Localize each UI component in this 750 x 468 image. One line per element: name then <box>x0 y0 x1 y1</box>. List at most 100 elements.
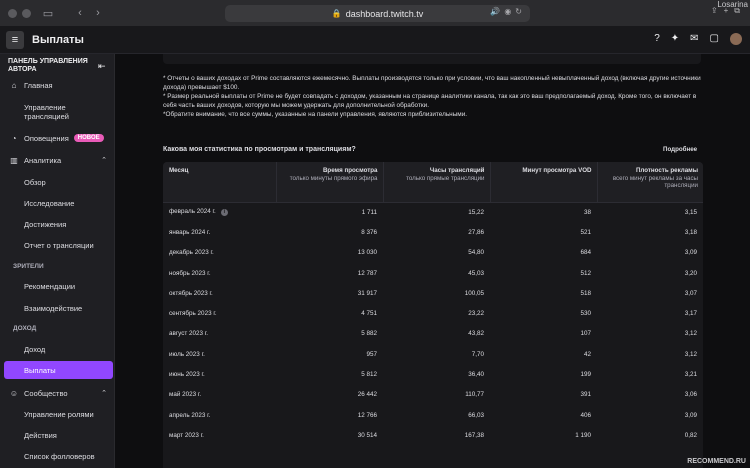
collapse-sidebar-icon[interactable]: ⇤ <box>98 61 106 72</box>
cell-value: 12 766 <box>357 411 377 419</box>
cell-value: 199 <box>580 371 591 379</box>
cell-value: август 2023 г. <box>169 330 209 338</box>
inbox-icon[interactable]: ✉ <box>690 33 698 45</box>
sidebar-item-engagement[interactable]: Взаимодействие <box>4 299 113 317</box>
sidebar-item-community[interactable]: ☺ Сообщество ⌃ <box>4 384 113 402</box>
table-row: сентябрь 2023 г. 4 751 23,22 530 3,17 <box>163 303 703 323</box>
sidebar-item-payouts[interactable]: Выплаты <box>4 361 113 379</box>
table-cell: 1 190 <box>490 425 597 445</box>
table-cell: 107 <box>490 324 597 344</box>
table-cell: март 2023 г. <box>163 425 276 445</box>
cell-value: 36,40 <box>468 371 484 379</box>
table-cell: 4 751 <box>276 303 383 323</box>
whisper-icon[interactable]: ▢ <box>710 33 719 45</box>
info-icon[interactable]: i <box>220 209 228 217</box>
column-header-stream-hours: Часы трансляций только прямые трансляции <box>383 162 491 203</box>
minimize-window-button[interactable] <box>22 8 31 18</box>
sidebar-item-main[interactable]: ⌂ Главная <box>4 76 113 94</box>
sparkle-icon[interactable]: ✦ <box>671 33 679 45</box>
sidebar-item-label: Управление ролями <box>24 409 94 419</box>
table-cell: сентябрь 2023 г. <box>163 303 276 323</box>
url-text: dashboard.twitch.tv <box>345 8 424 19</box>
audio-icon[interactable]: 🔊 <box>490 7 500 16</box>
dashboard-topbar: ≡ Выплаты ? ✦ ✉ ▢ <box>0 26 750 54</box>
watermark: RECOMMEND.RU <box>687 458 746 465</box>
table-cell: 12 787 <box>276 263 383 283</box>
cell-value: октябрь 2023 г. <box>169 289 213 297</box>
sidebar-item-achievements[interactable]: Достижения <box>4 215 113 233</box>
sidebar-item-stream-manager[interactable]: Управление трансляцией <box>4 99 113 125</box>
section-viewers: ЗРИТЕЛИ <box>13 263 44 270</box>
alerts-icon: ◔ <box>11 133 17 143</box>
sidebar-item-roles[interactable]: Управление ролями <box>4 405 113 423</box>
cell-value: 0,82 <box>684 431 697 439</box>
cell-value: 26 442 <box>357 391 377 399</box>
table-cell: 43,82 <box>383 324 490 344</box>
cell-value: 3,12 <box>684 330 697 338</box>
cell-value: 1 711 <box>361 208 377 216</box>
extension-icon[interactable]: ◉ <box>504 7 511 16</box>
sidebar-item-label: Отчет о трансляции <box>24 240 94 250</box>
cell-value: 3,17 <box>684 310 697 318</box>
table-cell: 3,15 <box>597 202 703 222</box>
table-row: октябрь 2023 г. 31 917 100,05 518 3,07 <box>163 283 703 303</box>
hamburger-menu-button[interactable]: ≡ <box>6 30 24 49</box>
sidebar-item-alerts[interactable]: ◔ Оповещения НОВОЕ <box>4 129 113 147</box>
cell-value: 107 <box>580 330 591 338</box>
cell-value: 43,82 <box>468 330 484 338</box>
table-cell: 3,06 <box>597 385 703 405</box>
table-cell: 3,12 <box>597 324 703 344</box>
address-bar[interactable]: 🔒 dashboard.twitch.tv <box>225 5 530 22</box>
table-cell: май 2023 г. <box>163 385 276 405</box>
cell-value: 3,06 <box>684 391 697 399</box>
sidebar-item-label: Исследование <box>24 198 75 208</box>
table-row: декабрь 2023 г. 13 030 54,80 684 3,09 <box>163 243 703 263</box>
sidebar-item-recommendations[interactable]: Рекомендации <box>4 277 113 295</box>
cell-value: 42 <box>583 350 591 358</box>
table-cell: 5 882 <box>276 324 383 344</box>
table-cell: 42 <box>490 344 597 364</box>
sidebar-item-activity[interactable]: Действия <box>4 426 113 444</box>
table-cell: 30 514 <box>276 425 383 445</box>
cell-value: 684 <box>580 249 591 257</box>
table-row: август 2023 г. 5 882 43,82 107 3,12 <box>163 324 703 344</box>
table-row: ноябрь 2023 г. 12 787 45,03 512 3,20 <box>163 263 703 283</box>
sidebar-item-analytics[interactable]: ▥ Аналитика ⌃ <box>4 151 113 169</box>
learn-more-link[interactable]: Подробнее <box>663 146 697 153</box>
cell-value: 3,09 <box>684 411 697 419</box>
cell-value: 530 <box>580 310 591 318</box>
table-row: февраль 2024 г. i 1 711 15,22 38 3,15 <box>163 202 703 222</box>
forward-icon[interactable]: › <box>89 7 107 19</box>
column-title: Часы трансляций <box>429 167 485 174</box>
table-cell: 3,17 <box>597 303 703 323</box>
note-line: *Обратите внимание, что все суммы, указа… <box>163 111 468 118</box>
avatar[interactable] <box>730 33 742 45</box>
cell-value: сентябрь 2023 г. <box>169 310 217 318</box>
sidebar-item-revenue[interactable]: Доход <box>4 340 113 358</box>
help-icon[interactable]: ? <box>654 33 660 45</box>
page-title: Выплаты <box>32 33 84 46</box>
table-cell: 15,22 <box>383 202 490 222</box>
sidebar-item-explore[interactable]: Исследование <box>4 194 113 212</box>
cell-value: 23,22 <box>468 310 484 318</box>
community-icon: ☺ <box>9 388 19 398</box>
sidebar-item-overview[interactable]: Обзор <box>4 173 113 191</box>
column-title: Время просмотра <box>322 167 378 174</box>
back-icon[interactable]: ‹ <box>71 7 89 19</box>
table-cell: 0,82 <box>597 425 703 445</box>
sidebar-toggle-icon[interactable]: ▭ <box>39 7 57 20</box>
sidebar-item-stream-report[interactable]: Отчет о трансляции <box>4 236 113 254</box>
table-cell: 3,12 <box>597 344 703 364</box>
table-cell: 530 <box>490 303 597 323</box>
sidebar-header: ПАНЕЛЬ УПРАВЛЕНИЯ АВТОРА <box>8 58 88 73</box>
reload-icon[interactable]: ↻ <box>515 7 522 16</box>
table-cell: 23,22 <box>383 303 490 323</box>
cell-value: 13 030 <box>357 249 377 257</box>
table-cell: 3,07 <box>597 283 703 303</box>
table-cell: 8 376 <box>276 222 383 242</box>
sidebar-item-label: Управление трансляцией <box>24 103 69 121</box>
close-window-button[interactable] <box>8 8 17 18</box>
table-cell: 1 711 <box>276 202 383 222</box>
sidebar-item-followers[interactable]: Список фолловеров <box>4 447 113 465</box>
cell-value: февраль 2024 г. <box>169 208 216 216</box>
